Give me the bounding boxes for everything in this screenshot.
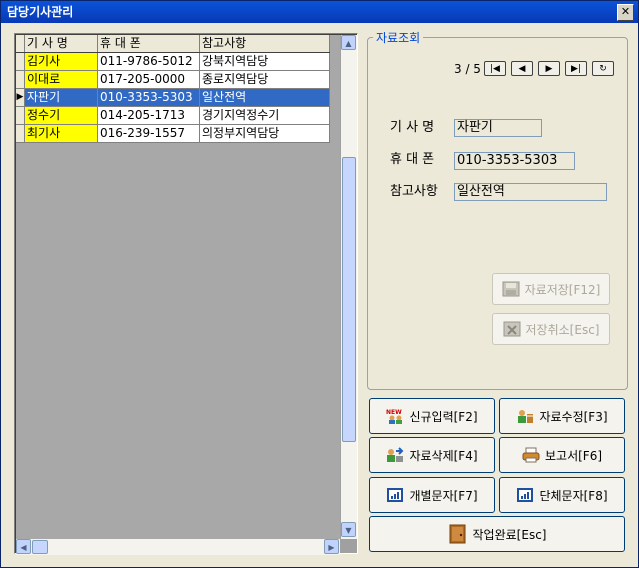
chevron-up-icon: ▲ xyxy=(345,39,352,48)
cell-phone[interactable]: 017-205-0000 xyxy=(97,70,200,89)
header-indicator xyxy=(16,35,25,53)
column-header-note[interactable]: 참고사항 xyxy=(199,35,330,53)
save-label: 자료저장[F12] xyxy=(524,282,601,297)
horizontal-scrollbar[interactable]: ◀ ▶ xyxy=(16,539,340,555)
column-header-name[interactable]: 기 사 명 xyxy=(24,35,98,53)
chevron-down-icon: ▼ xyxy=(345,526,352,535)
report-label: 보고서[F6] xyxy=(544,448,603,463)
first-record-button[interactable]: |◀ xyxy=(484,61,506,76)
current-row-pointer-icon: ▶ xyxy=(16,88,25,107)
grid-body: 기 사 명 휴 대 폰 참고사항 김기사 011-9786-5012 강북지역담… xyxy=(16,35,340,539)
individual-sms-button[interactable]: 개별문자[F7] xyxy=(369,477,495,513)
last-record-icon: ▶| xyxy=(571,64,581,74)
table-row[interactable]: 김기사 011-9786-5012 강북지역담당 xyxy=(16,52,330,71)
individual-sms-label: 개별문자[F7] xyxy=(409,488,478,503)
scroll-left-button[interactable]: ◀ xyxy=(16,539,31,554)
close-button[interactable]: ✕ xyxy=(617,4,634,21)
edit-user-icon xyxy=(516,408,534,424)
new-user-icon: NEW xyxy=(386,408,404,424)
phone-field[interactable]: 010-3353-5303 xyxy=(454,152,575,170)
record-position: 3 / 5 xyxy=(454,62,481,76)
cell-note[interactable]: 의정부지역담당 xyxy=(199,124,330,143)
group-sms-button[interactable]: 단체문자[F8] xyxy=(499,477,625,513)
title-bar: 담당기사관리 ✕ xyxy=(1,1,638,23)
floppy-disk-icon xyxy=(502,281,520,297)
row-indicator xyxy=(16,70,25,89)
delete-button[interactable]: 자료삭제[F4] xyxy=(369,437,495,473)
cell-name[interactable]: 정수기 xyxy=(24,106,98,125)
close-icon: ✕ xyxy=(620,5,631,18)
cell-phone[interactable]: 011-9786-5012 xyxy=(97,52,200,71)
delete-user-icon xyxy=(386,447,404,463)
cell-note[interactable]: 종로지역담당 xyxy=(199,70,330,89)
cell-phone[interactable]: 010-3353-5303 xyxy=(97,88,200,107)
cell-note[interactable]: 일산전역 xyxy=(199,88,330,107)
edit-button[interactable]: 자료수정[F3] xyxy=(499,398,625,434)
row-indicator xyxy=(16,106,25,125)
cell-phone[interactable]: 014-205-1713 xyxy=(97,106,200,125)
edit-label: 자료수정[F3] xyxy=(539,409,608,424)
window-title: 담당기사관리 xyxy=(7,5,74,19)
new-entry-label: 신규입력[F2] xyxy=(409,409,478,424)
grid-header-row: 기 사 명 휴 대 폰 참고사항 xyxy=(16,35,330,53)
cancel-disk-icon xyxy=(503,321,521,337)
cell-phone[interactable]: 016-239-1557 xyxy=(97,124,200,143)
exit-door-icon xyxy=(448,524,468,544)
cancel-save-button[interactable]: 저장취소[Esc] xyxy=(492,313,610,345)
table-row[interactable]: 최기사 016-239-1557 의정부지역담당 xyxy=(16,124,330,143)
next-record-button[interactable]: ▶ xyxy=(538,61,560,76)
previous-icon: ◀ xyxy=(518,64,526,74)
finish-label: 작업완료[Esc] xyxy=(472,527,547,542)
cell-note[interactable]: 강북지역담당 xyxy=(199,52,330,71)
table-row-selected[interactable]: ▶ 자판기 010-3353-5303 일산전역 xyxy=(16,88,330,107)
delete-label: 자료삭제[F4] xyxy=(409,448,478,463)
note-field[interactable]: 일산전역 xyxy=(454,183,607,201)
note-label: 참고사항 xyxy=(390,184,438,199)
previous-record-button[interactable]: ◀ xyxy=(511,61,533,76)
refresh-button[interactable]: ↻ xyxy=(592,61,614,76)
refresh-icon: ↻ xyxy=(599,64,607,74)
detail-group-title: 자료조회 xyxy=(373,29,424,46)
row-indicator xyxy=(16,124,25,143)
printer-icon xyxy=(522,447,540,463)
phone-signal-icon xyxy=(516,487,534,503)
driver-grid[interactable]: 기 사 명 휴 대 폰 참고사항 김기사 011-9786-5012 강북지역담… xyxy=(14,33,358,555)
cell-name[interactable]: 최기사 xyxy=(24,124,98,143)
grid-table: 기 사 명 휴 대 폰 참고사항 김기사 011-9786-5012 강북지역담… xyxy=(16,35,330,143)
name-label: 기 사 명 xyxy=(390,120,435,135)
next-icon: ▶ xyxy=(545,64,553,74)
finish-button[interactable]: 작업완료[Esc] xyxy=(369,516,625,552)
scroll-down-button[interactable]: ▼ xyxy=(341,522,356,537)
group-sms-label: 단체문자[F8] xyxy=(539,488,608,503)
horizontal-scroll-thumb[interactable] xyxy=(32,540,48,554)
chevron-left-icon: ◀ xyxy=(20,543,27,552)
table-row[interactable]: 이대로 017-205-0000 종로지역담당 xyxy=(16,70,330,89)
scroll-right-button[interactable]: ▶ xyxy=(324,539,339,554)
first-record-icon: |◀ xyxy=(490,64,500,74)
cell-note[interactable]: 경기지역정수기 xyxy=(199,106,330,125)
new-badge-text: NEW xyxy=(386,409,402,416)
scroll-up-button[interactable]: ▲ xyxy=(341,35,356,50)
name-field[interactable]: 자판기 xyxy=(454,119,542,137)
vertical-scrollbar[interactable]: ▲ ▼ xyxy=(341,35,357,539)
new-entry-button[interactable]: NEW 신규입력[F2] xyxy=(369,398,495,434)
cell-name[interactable]: 김기사 xyxy=(24,52,98,71)
save-button[interactable]: 자료저장[F12] xyxy=(492,273,610,305)
phone-label: 휴 대 폰 xyxy=(390,152,435,167)
cancel-save-label: 저장취소[Esc] xyxy=(525,322,600,337)
report-button[interactable]: 보고서[F6] xyxy=(499,437,625,473)
row-indicator xyxy=(16,52,25,71)
chevron-right-icon: ▶ xyxy=(328,543,335,552)
phone-signal-icon xyxy=(386,487,404,503)
column-header-phone[interactable]: 휴 대 폰 xyxy=(97,35,200,53)
cell-name[interactable]: 이대로 xyxy=(24,70,98,89)
cell-name[interactable]: 자판기 xyxy=(24,88,98,107)
vertical-scroll-thumb[interactable] xyxy=(342,157,356,442)
table-row[interactable]: 정수기 014-205-1713 경기지역정수기 xyxy=(16,106,330,125)
last-record-button[interactable]: ▶| xyxy=(565,61,587,76)
